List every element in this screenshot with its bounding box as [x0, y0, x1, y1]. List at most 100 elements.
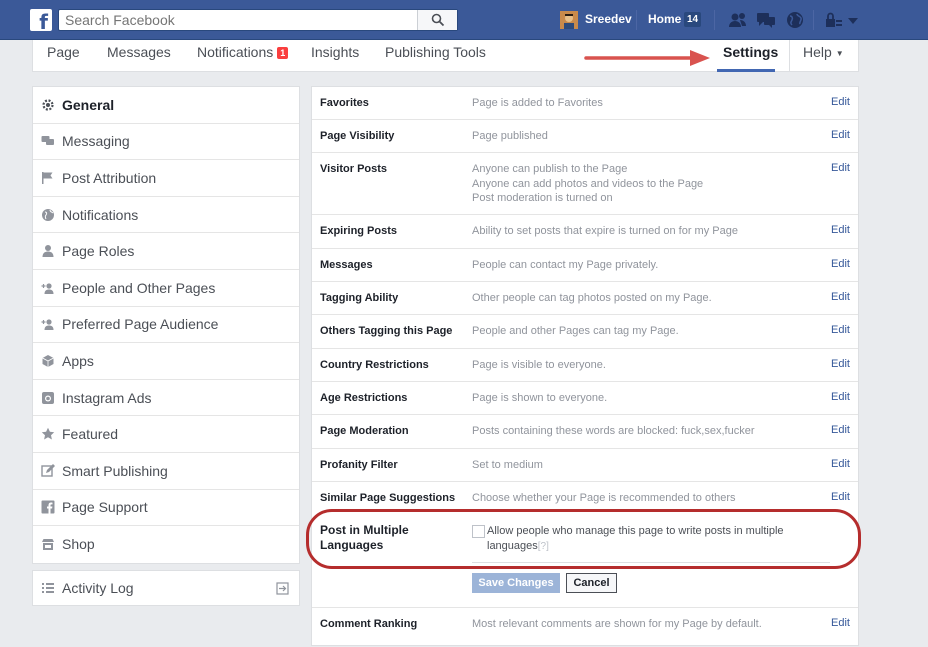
sidebar-item-label: Page Roles	[62, 243, 135, 260]
setting-row-tagging-ability[interactable]: Tagging Ability Other people can tag phot…	[312, 282, 858, 315]
friend-requests-icon[interactable]	[728, 11, 748, 29]
edit-link[interactable]: Edit	[831, 258, 850, 270]
privacy-shortcuts-icon[interactable]	[824, 11, 844, 29]
sidebar-item-label: Messaging	[62, 133, 130, 150]
sidebar-item-page-roles[interactable]: Page Roles	[33, 233, 299, 270]
setting-row-similar-page-suggestions[interactable]: Similar Page Suggestions Choose whether y…	[312, 482, 858, 507]
sidebar-item-smart-publishing[interactable]: Smart Publishing	[33, 453, 299, 490]
person-plus-icon	[41, 283, 54, 294]
sidebar-item-label: Page Support	[62, 499, 148, 516]
setting-row-page-visibility[interactable]: Page Visibility Page published Edit	[312, 120, 858, 153]
tab-help-label: Help	[803, 44, 832, 60]
edit-link[interactable]: Edit	[831, 162, 850, 174]
divider	[813, 10, 814, 30]
edit-link[interactable]: Edit	[831, 291, 850, 303]
setting-label: Similar Page Suggestions	[320, 492, 456, 504]
divider	[789, 40, 790, 72]
globe-icon[interactable]	[785, 11, 805, 29]
sidebar-item-label: Smart Publishing	[62, 462, 168, 479]
activity-log-item[interactable]: Activity Log	[32, 570, 300, 606]
save-changes-button[interactable]: Save Changes	[472, 573, 560, 593]
setting-label: Age Restrictions	[320, 392, 408, 404]
edit-link[interactable]: Edit	[831, 358, 850, 370]
search-button[interactable]	[417, 10, 457, 30]
setting-value: Anyone can publish to the Page Anyone can…	[472, 162, 822, 206]
tab-settings[interactable]: Settings	[723, 44, 778, 60]
setting-value-line: Posts containing these words are blocked…	[472, 425, 755, 437]
sidebar-item-label: Notifications	[62, 206, 139, 223]
edit-link[interactable]: Edit	[831, 391, 850, 403]
setting-value: Most relevant comments are shown for my …	[472, 618, 762, 630]
setting-row-favorites[interactable]: Favorites Page is added to Favorites Edit	[312, 87, 858, 120]
tab-notifications[interactable]: Notifications 1	[197, 44, 289, 60]
facebook-logo[interactable]: f	[30, 9, 52, 31]
sidebar-item-general[interactable]: General	[33, 87, 299, 124]
setting-row-page-moderation[interactable]: Page Moderation Posts containing these wo…	[312, 415, 858, 449]
edit-link[interactable]: Edit	[831, 129, 850, 141]
globe-icon	[42, 208, 54, 221]
sidebar-item-label: Shop	[62, 536, 95, 553]
setting-row-country-restrictions[interactable]: Country Restrictions Page is visible to e…	[312, 349, 858, 382]
home-link[interactable]: Home	[648, 12, 681, 26]
account-menu-icon[interactable]	[846, 11, 860, 29]
top-bar: f Sreedev Home 14	[0, 0, 928, 40]
avatar[interactable]	[560, 11, 578, 29]
cancel-button[interactable]: Cancel	[566, 573, 617, 593]
sidebar-item-notifications[interactable]: Notifications	[33, 197, 299, 234]
sidebar-item-shop[interactable]: Shop	[33, 526, 299, 563]
list-icon	[42, 583, 54, 593]
sidebar-item-apps[interactable]: Apps	[33, 343, 299, 380]
setting-value: Posts containing these words are blocked…	[472, 424, 822, 439]
setting-value: Page is added to Favorites	[472, 96, 822, 111]
setting-row-visitor-posts[interactable]: Visitor Posts Anyone can publish to the P…	[312, 153, 858, 215]
tab-insights[interactable]: Insights	[311, 44, 359, 60]
open-external-icon	[276, 582, 289, 595]
sidebar-item-preferred-page-audience[interactable]: Preferred Page Audience	[33, 307, 299, 344]
messages-icon[interactable]	[756, 11, 776, 29]
setting-label: Others Tagging this Page	[320, 325, 453, 337]
notifications-badge: 1	[277, 47, 289, 60]
setting-value: Page is shown to everyone.	[472, 391, 822, 406]
edit-link[interactable]: Edit	[831, 617, 850, 629]
tab-help[interactable]: Help ▼	[803, 44, 844, 60]
tab-publishing-tools[interactable]: Publishing Tools	[385, 44, 486, 60]
setting-row-profanity-filter[interactable]: Profanity Filter Set to medium Edit	[312, 449, 858, 482]
setting-row-others-tagging-this-page[interactable]: Others Tagging this Page People and other…	[312, 315, 858, 349]
setting-value: Page is visible to everyone.	[472, 358, 822, 373]
facebook-icon	[41, 500, 55, 514]
tab-page[interactable]: Page	[47, 44, 80, 60]
search-input[interactable]	[59, 10, 419, 30]
activity-log-label: Activity Log	[62, 580, 134, 596]
setting-value-line: People can contact my Page privately.	[472, 259, 659, 271]
edit-link[interactable]: Edit	[831, 96, 850, 108]
sidebar-item-page-support[interactable]: Page Support	[33, 490, 299, 527]
sidebar-item-post-attribution[interactable]: Post Attribution	[33, 160, 299, 197]
profile-link[interactable]: Sreedev	[585, 12, 632, 26]
setting-label: Visitor Posts	[320, 163, 388, 175]
setting-row-expiring-posts[interactable]: Expiring Posts Ability to set posts that …	[312, 215, 858, 249]
chat-icon	[41, 136, 54, 146]
active-tab-indicator	[717, 69, 775, 72]
sidebar-item-messaging[interactable]: Messaging	[33, 124, 299, 161]
setting-value: Ability to set posts that expire is turn…	[472, 224, 822, 239]
sidebar-item-featured[interactable]: Featured	[33, 416, 299, 453]
tab-messages[interactable]: Messages	[107, 44, 171, 60]
sidebar-item-people-and-other-pages[interactable]: People and Other Pages	[33, 270, 299, 307]
setting-row-messages[interactable]: Messages People can contact my Page priva…	[312, 249, 858, 282]
setting-label: Profanity Filter	[320, 459, 398, 471]
edit-link[interactable]: Edit	[831, 491, 850, 503]
sidebar-item-label: Post Attribution	[62, 169, 157, 186]
divider	[714, 10, 715, 30]
edit-link[interactable]: Edit	[831, 324, 850, 336]
edit-link[interactable]: Edit	[831, 424, 850, 436]
sidebar-item-instagram-ads[interactable]: Instagram Ads	[33, 380, 299, 417]
setting-value: People can contact my Page privately.	[472, 258, 822, 273]
setting-value-line: Set to medium	[472, 459, 543, 471]
edit-link[interactable]: Edit	[831, 458, 850, 470]
edit-icon	[41, 463, 55, 477]
setting-label: Page Moderation	[320, 425, 409, 437]
setting-row-age-restrictions[interactable]: Age Restrictions Page is shown to everyon…	[312, 382, 858, 415]
edit-link[interactable]: Edit	[831, 224, 850, 236]
sidebar-item-label: Instagram Ads	[62, 389, 152, 406]
person-plus-icon	[41, 319, 54, 331]
